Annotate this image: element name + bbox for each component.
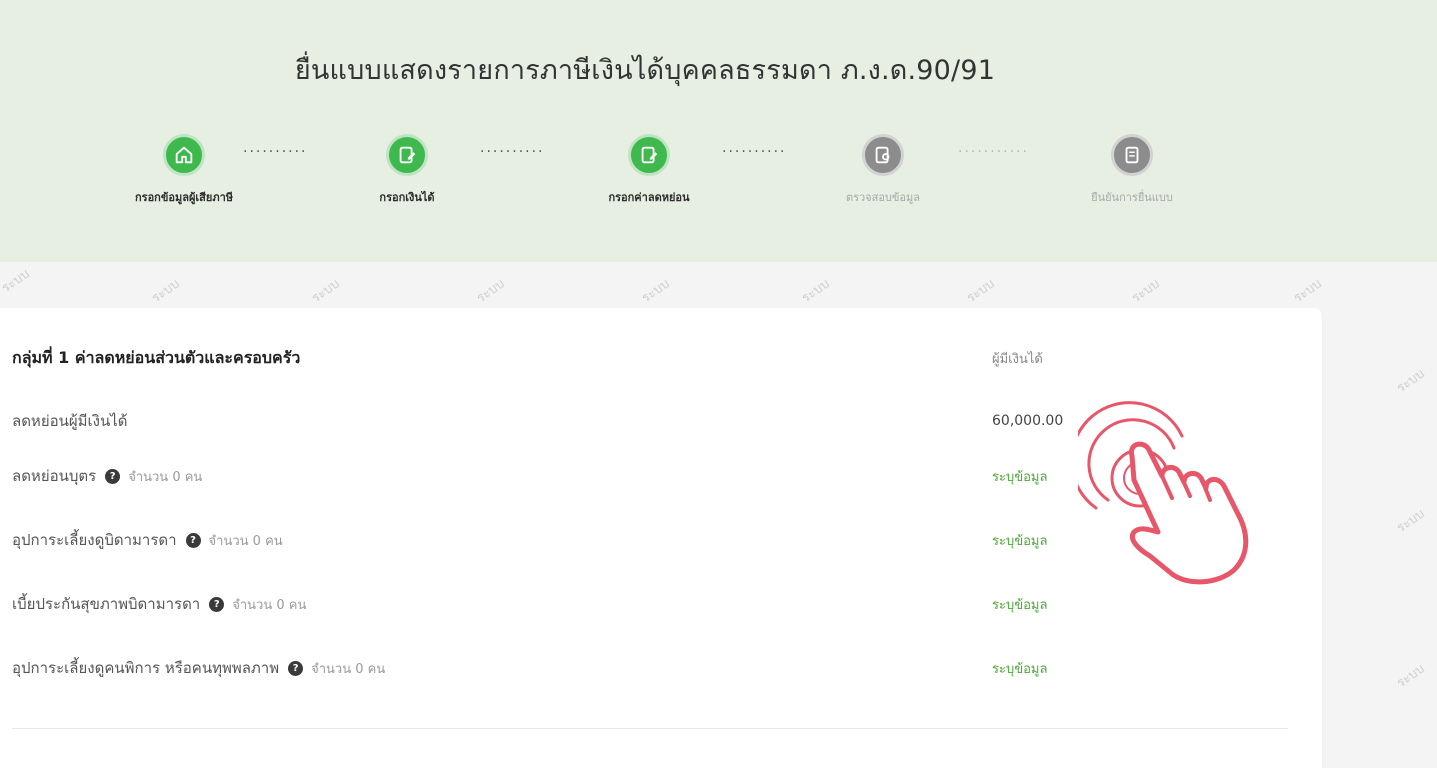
step-connector-3: ·········· (722, 144, 787, 160)
step-4-review-icon[interactable] (862, 134, 904, 176)
page-header: ยื่นแบบแสดงรายการภาษีเงินได้บุคคลธรรมดา … (0, 0, 1437, 262)
specify-parent-insurance-button[interactable]: ระบุข้อมูล (992, 594, 1047, 615)
watermark: ระบบ (1394, 506, 1428, 537)
group-1-header-row: กลุ่มที่ 1 ค่าลดหย่อนส่วนตัวและครอบครัว … (12, 343, 1312, 373)
row-parent-health-insurance: เบี้ยประกันสุขภาพบิดามารดา ? จำนวน 0 คน … (12, 589, 1312, 619)
step-connector-1: ·········· (243, 144, 308, 160)
step-2-edit-document-icon[interactable] (386, 134, 428, 176)
review-icon (875, 146, 890, 164)
group-1-title: กลุ่มที่ 1 ค่าลดหย่อนส่วนตัวและครอบครัว (12, 347, 301, 367)
specify-disabled-support-button[interactable]: ระบุข้อมูล (992, 658, 1047, 679)
card-divider (12, 728, 1288, 729)
personal-deduction-value: 60,000.00 (992, 413, 1064, 429)
specify-child-button[interactable]: ระบุข้อมูล (992, 466, 1047, 487)
step-3-edit-document-icon[interactable] (628, 134, 670, 176)
row-label: อุปการะเลี้ยงดูบิดามารดา (12, 531, 177, 549)
watermark: ระบบ (1394, 661, 1428, 692)
help-icon[interactable]: ? (105, 468, 121, 484)
row-label: เบี้ยประกันสุขภาพบิดามารดา (12, 595, 201, 613)
specify-parent-support-button[interactable]: ระบุข้อมูล (992, 530, 1047, 551)
edit-document-icon (399, 146, 416, 164)
row-count: จำนวน 0 คน (208, 533, 283, 549)
watermark: ระบบ (474, 276, 508, 307)
row-disabled-support: อุปการะเลี้ยงดูคนพิการ หรือคนทุพพลภาพ ? … (12, 653, 1312, 683)
step-4-label: ตรวจสอบข้อมูล (845, 191, 921, 204)
watermark: ระบบ (1394, 366, 1428, 397)
step-connector-2: ·········· (480, 144, 545, 160)
progress-steps: กรอกข้อมูลผู้เสียภาษี ·········· กรอกเงิ… (0, 0, 1437, 262)
step-5-label: ยืนยันการยื่นแบบ (1091, 191, 1173, 204)
watermark: ระบบ (309, 276, 343, 307)
tap-hand-icon (1078, 401, 1249, 585)
watermark: ระบบ (964, 276, 998, 307)
help-icon[interactable]: ? (209, 596, 225, 612)
row-count: จำนวน 0 คน (128, 469, 203, 485)
watermark: ระบบ (1129, 276, 1163, 307)
row-count: จำนวน 0 คน (311, 661, 386, 677)
watermark: ระบบ (0, 266, 33, 297)
step-1-home-icon[interactable] (163, 134, 205, 176)
help-icon[interactable]: ? (288, 660, 304, 676)
row-count: จำนวน 0 คน (232, 597, 307, 613)
watermark: ระบบ (149, 276, 183, 307)
step-3-label: กรอกค่าลดหย่อน (608, 191, 690, 204)
row-label: ลดหย่อนผู้มีเงินได้ (12, 412, 128, 430)
row-label: อุปการะเลี้ยงดูคนพิการ หรือคนทุพพลภาพ (12, 659, 280, 677)
step-connector-4: ··········· (958, 144, 1029, 160)
watermark: ระบบ (639, 276, 673, 307)
help-icon[interactable]: ? (185, 532, 201, 548)
home-icon (175, 146, 193, 164)
column-header-taxpayer: ผู้มีเงินได้ (992, 351, 1043, 367)
edit-document-icon (641, 146, 658, 164)
watermark: ระบบ (799, 276, 833, 307)
step-5-confirm-document-icon[interactable] (1111, 134, 1153, 176)
confirm-document-icon (1125, 146, 1139, 164)
step-2-label: กรอกเงินได้ (379, 191, 435, 204)
step-1-label: กรอกข้อมูลผู้เสียภาษี (135, 191, 233, 204)
row-label: ลดหย่อนบุตร (12, 467, 97, 485)
watermark: ระบบ (1291, 276, 1325, 307)
